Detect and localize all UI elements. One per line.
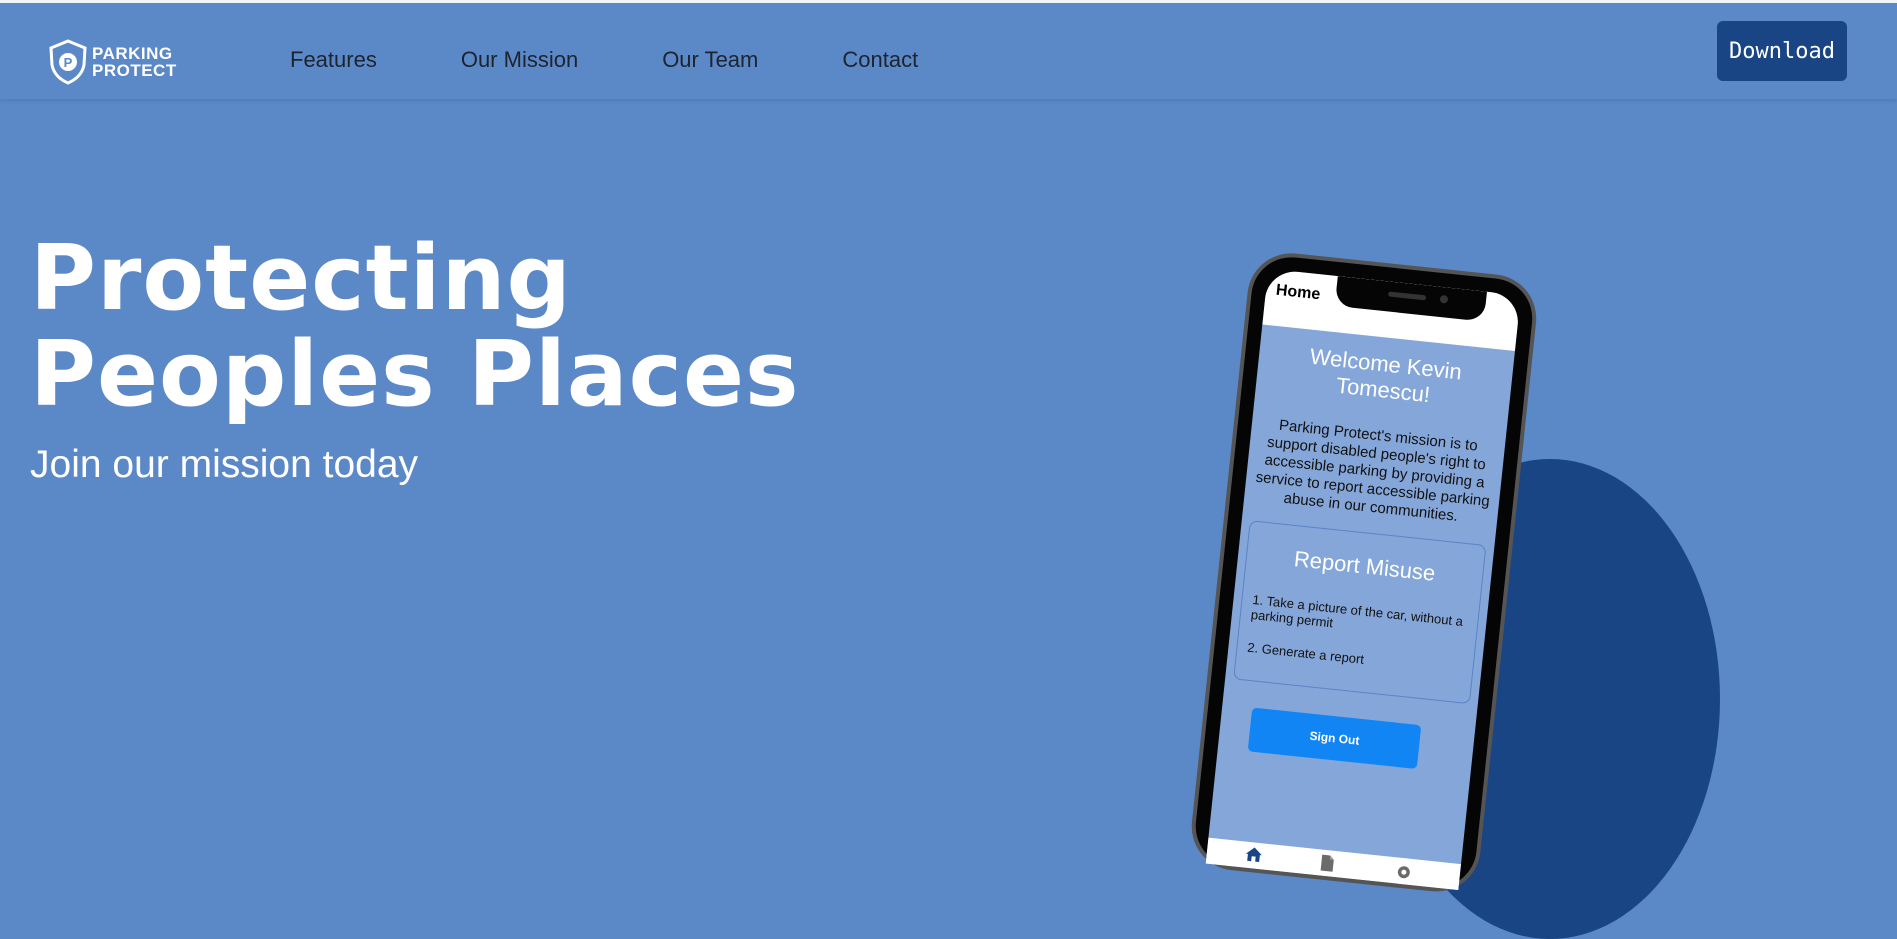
tab-home[interactable]: Home [1237,845,1270,878]
camera-icon [1439,294,1449,304]
phone-header-title: Home [1275,281,1322,304]
report-misuse-card[interactable]: Report Misuse 1. Take a picture of the c… [1233,520,1487,705]
nav-link-contact[interactable]: Contact [842,47,918,73]
nav-link-our-mission[interactable]: Our Mission [461,47,578,73]
speaker-icon [1387,291,1427,301]
tab-settings[interactable] [1395,863,1413,886]
brand-line-2: PROTECT [92,61,177,80]
tab-home-label: Home [1240,866,1264,878]
download-button[interactable]: Download [1717,21,1847,81]
nav-link-features[interactable]: Features [290,47,377,73]
nav-link-our-team[interactable]: Our Team [662,47,758,73]
svg-text:P: P [64,55,73,70]
home-icon [1245,847,1262,863]
nav-links: Features Our Mission Our Team Contact [290,47,1002,73]
document-icon [1320,854,1334,872]
hero-title-line-1: Protecting [30,226,572,331]
logo[interactable]: P PARKING PROTECT [48,39,177,85]
tab-reports[interactable] [1319,854,1335,878]
phone-tab-bar: Home [1205,837,1462,891]
gear-icon [1397,866,1410,879]
report-step-2: 2. Generate a report [1246,639,1365,667]
hero-title-line-2: Peoples Places [30,322,800,427]
sign-out-button[interactable]: Sign Out [1247,707,1422,770]
shield-p-icon: P [49,39,87,85]
report-card-title: Report Misuse [1292,546,1437,586]
phone-screen: Home Welcome Kevin Tomescu! Parking Prot… [1205,268,1521,891]
brand-line-1: PARKING [92,44,173,63]
report-step-1: 1. Take a picture of the car, without a … [1250,591,1464,631]
phone-welcome: Welcome Kevin Tomescu! [1265,339,1503,415]
brand-name: PARKING PROTECT [92,45,177,79]
phone-mission-text: Parking Protect's mission is to support … [1254,416,1491,525]
hero-title: Protecting Peoples Places [30,231,800,423]
navbar: P PARKING PROTECT Features Our Mission O… [0,3,1897,99]
hero-subtitle: Join our mission today [30,443,419,486]
